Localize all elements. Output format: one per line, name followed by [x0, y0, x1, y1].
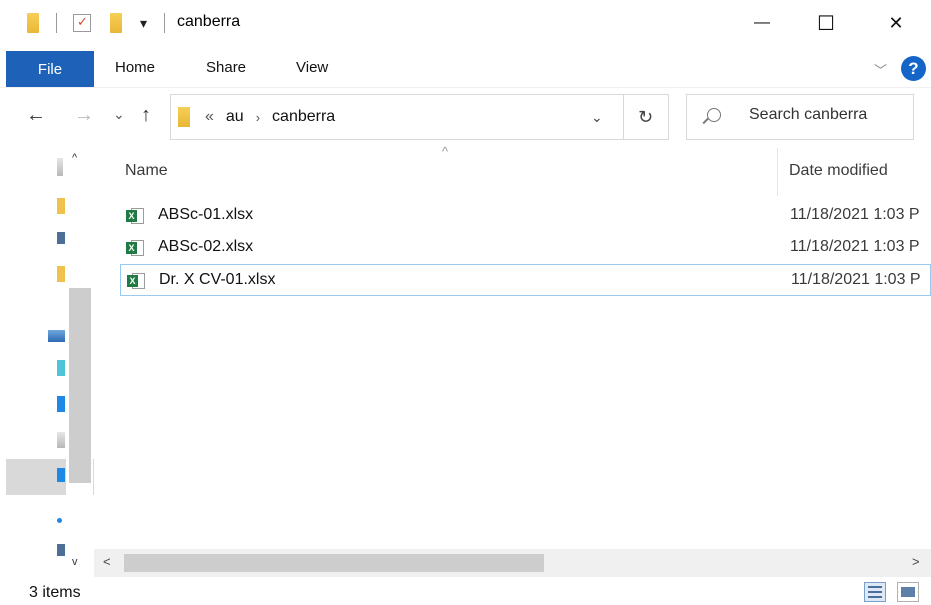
- up-icon[interactable]: ↑: [141, 104, 151, 127]
- sort-ascending-icon: ^: [442, 144, 449, 159]
- search-input[interactable]: [749, 106, 899, 124]
- search-box: [686, 94, 914, 140]
- downloads-icon[interactable]: [57, 468, 65, 482]
- close-icon: ✕: [888, 12, 904, 33]
- customize-quick-access-icon[interactable]: ▾: [140, 10, 147, 36]
- navigation-bar: ← → ⌄ ↑ « au › canberra ⌄ ↻: [0, 90, 931, 144]
- documents-icon[interactable]: [57, 432, 65, 448]
- excel-file-icon: X: [126, 240, 144, 256]
- chevron-down-icon[interactable]: ⌄: [591, 109, 603, 126]
- column-header-date-modified[interactable]: Date modified: [789, 162, 888, 180]
- minimize-icon: —: [754, 14, 770, 31]
- title-bar: ✓ ▾ canberra — ☐ ✕: [0, 0, 931, 46]
- scroll-left-icon[interactable]: <: [103, 554, 111, 569]
- folder-icon[interactable]: [57, 198, 65, 214]
- address-bar[interactable]: « au › canberra ⌄: [170, 94, 624, 140]
- maximize-button[interactable]: ☐: [791, 0, 861, 46]
- search-icon: [707, 108, 721, 122]
- desktop-icon[interactable]: [57, 232, 65, 244]
- file-name: ABSc-01.xlsx: [158, 206, 254, 223]
- column-header: ^ Name Date modified: [94, 144, 931, 196]
- maximize-icon: ☐: [817, 12, 835, 35]
- ribbon: File Home Share View ﹀ ?: [0, 48, 931, 88]
- new-folder-icon[interactable]: [110, 10, 122, 36]
- horizontal-scrollbar-thumb[interactable]: [124, 554, 544, 572]
- recent-locations-icon[interactable]: ⌄: [113, 106, 125, 123]
- scroll-down-icon[interactable]: v: [72, 556, 78, 568]
- tab-share[interactable]: Share: [206, 59, 246, 76]
- help-icon[interactable]: ?: [901, 56, 926, 81]
- check-glyph: ✓: [77, 14, 88, 29]
- title-separator: [164, 10, 165, 36]
- scroll-right-icon[interactable]: >: [912, 554, 920, 569]
- 3d-objects-icon[interactable]: [57, 360, 65, 376]
- excel-badge: X: [127, 275, 138, 287]
- scroll-up-icon[interactable]: ^: [72, 152, 77, 164]
- chevron-right-icon[interactable]: ›: [256, 110, 260, 125]
- document-icon[interactable]: [57, 158, 63, 176]
- horizontal-scrollbar[interactable]: < >: [94, 549, 931, 577]
- close-button[interactable]: ✕: [861, 0, 931, 46]
- table-row[interactable]: X ABSc-02.xlsx 11/18/2021 1:03 P: [120, 232, 931, 264]
- navigation-scrollbar-thumb[interactable]: [69, 288, 91, 483]
- pictures-icon[interactable]: [57, 544, 65, 556]
- folder-icon[interactable]: [57, 266, 65, 282]
- breadcrumb-overflow[interactable]: «: [205, 108, 214, 126]
- large-icons-view-icon[interactable]: [897, 582, 919, 602]
- details-view-icon[interactable]: [864, 582, 886, 602]
- excel-file-icon: X: [127, 273, 145, 289]
- properties-icon[interactable]: ✓: [73, 10, 91, 36]
- breadcrumb: « au › canberra: [205, 108, 335, 126]
- quick-access-separator: [56, 10, 57, 36]
- file-date: 11/18/2021 1:03 P: [790, 238, 920, 255]
- refresh-button[interactable]: ↻: [623, 94, 669, 140]
- file-list: ^ Name Date modified X ABSc-01.xlsx 11/1…: [94, 144, 931, 578]
- navigation-pane: ^ v: [0, 146, 94, 578]
- window-title: canberra: [177, 13, 241, 30]
- back-icon[interactable]: ←: [26, 104, 46, 127]
- tab-file[interactable]: File: [6, 51, 94, 87]
- desktop-folder-icon[interactable]: [57, 396, 65, 412]
- address-folder-icon: [178, 107, 190, 127]
- dropdown-glyph: ▾: [140, 14, 148, 31]
- item-count: 3 items: [29, 584, 81, 601]
- table-row[interactable]: X ABSc-01.xlsx 11/18/2021 1:03 P: [120, 200, 931, 232]
- tab-home[interactable]: Home: [115, 59, 155, 76]
- breadcrumb-canberra[interactable]: canberra: [272, 108, 335, 126]
- column-divider[interactable]: [777, 148, 778, 196]
- file-name: ABSc-02.xlsx: [158, 238, 254, 255]
- folder-icon: [27, 10, 39, 36]
- file-name: Dr. X CV-01.xlsx: [159, 271, 276, 288]
- tab-view[interactable]: View: [296, 59, 328, 76]
- minimize-button[interactable]: —: [727, 0, 797, 46]
- excel-file-icon: X: [126, 208, 144, 224]
- file-date: 11/18/2021 1:03 P: [790, 206, 920, 223]
- music-icon[interactable]: [57, 518, 62, 523]
- refresh-icon: ↻: [637, 106, 654, 127]
- forward-icon[interactable]: →: [74, 104, 94, 127]
- file-date: 11/18/2021 1:03 P: [791, 271, 921, 288]
- column-header-name[interactable]: Name: [125, 162, 168, 180]
- status-bar: 3 items: [0, 578, 931, 605]
- breadcrumb-au[interactable]: au: [226, 108, 244, 126]
- expand-ribbon-icon[interactable]: ﹀: [874, 60, 887, 79]
- this-pc-icon[interactable]: [48, 330, 65, 342]
- excel-badge: X: [126, 242, 137, 254]
- excel-badge: X: [126, 210, 137, 222]
- table-row[interactable]: X Dr. X CV-01.xlsx 11/18/2021 1:03 P: [120, 264, 931, 296]
